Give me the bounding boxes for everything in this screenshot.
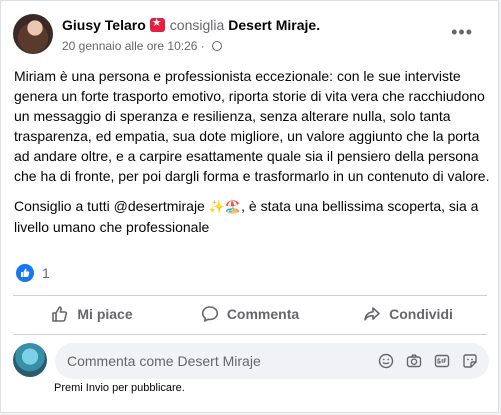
meta-separator: · bbox=[200, 39, 205, 53]
camera-icon[interactable] bbox=[405, 352, 423, 370]
post-header: Giusy Telaro consigliaDesert Miraje. bbox=[62, 16, 320, 33]
like-icon bbox=[16, 264, 34, 282]
recommendation-badge-icon bbox=[149, 16, 165, 32]
share-label: Condividi bbox=[389, 306, 453, 322]
action-bar: Mi piace Commenta Condividi bbox=[13, 296, 487, 332]
more-options-icon[interactable]: ••• bbox=[451, 23, 473, 41]
post-meta: 20 gennaio alle ore 10:26 · bbox=[62, 39, 223, 53]
post-paragraph-1: Miriam è una persona e professionista ec… bbox=[14, 68, 490, 184]
comment-label: Commenta bbox=[226, 306, 300, 322]
smiley-icon[interactable] bbox=[377, 352, 395, 370]
like-button[interactable]: Mi piace bbox=[13, 296, 171, 332]
sparkle-beach-emoji: ✨🏖️ bbox=[208, 199, 242, 214]
reaction-summary[interactable]: 1 bbox=[16, 264, 50, 282]
thumbs-up-icon bbox=[52, 306, 68, 322]
reaction-count: 1 bbox=[42, 265, 50, 281]
post-body: Miriam è una persona e professionista ec… bbox=[14, 66, 490, 247]
post-date[interactable]: 20 gennaio alle ore 10:26 bbox=[62, 39, 197, 53]
comment-icon bbox=[201, 306, 218, 322]
page-name[interactable]: Desert Miraje. bbox=[228, 17, 320, 33]
comment-composer: Commenta come Desert Miraje bbox=[13, 343, 489, 379]
paragraph-2-start: Consiglio a tutti @desertmiraje bbox=[14, 198, 209, 214]
share-icon bbox=[364, 307, 380, 321]
post-card: Giusy Telaro consigliaDesert Miraje. 20 g… bbox=[0, 0, 499, 413]
comment-hint: Premi Invio per pubblicare. bbox=[54, 382, 185, 394]
commenter-avatar[interactable] bbox=[13, 343, 47, 377]
globe-icon bbox=[212, 41, 223, 51]
sticker-icon[interactable] bbox=[461, 352, 479, 370]
comment-button[interactable]: Commenta bbox=[171, 296, 329, 332]
comment-input[interactable]: Commenta come Desert Miraje bbox=[55, 343, 489, 379]
post-paragraph-2: Consiglio a tutti @desertmiraje ✨🏖️, è s… bbox=[14, 196, 490, 237]
recommend-text: consiglia bbox=[169, 17, 225, 33]
author-name[interactable]: Giusy Telaro bbox=[62, 17, 146, 33]
comment-tools bbox=[377, 352, 479, 370]
like-label: Mi piace bbox=[77, 306, 133, 322]
author-avatar[interactable] bbox=[13, 14, 53, 54]
comment-placeholder: Commenta come Desert Miraje bbox=[67, 353, 261, 369]
share-button[interactable]: Condividi bbox=[329, 296, 487, 332]
gif-icon[interactable] bbox=[433, 352, 451, 370]
divider-bottom bbox=[13, 334, 487, 335]
